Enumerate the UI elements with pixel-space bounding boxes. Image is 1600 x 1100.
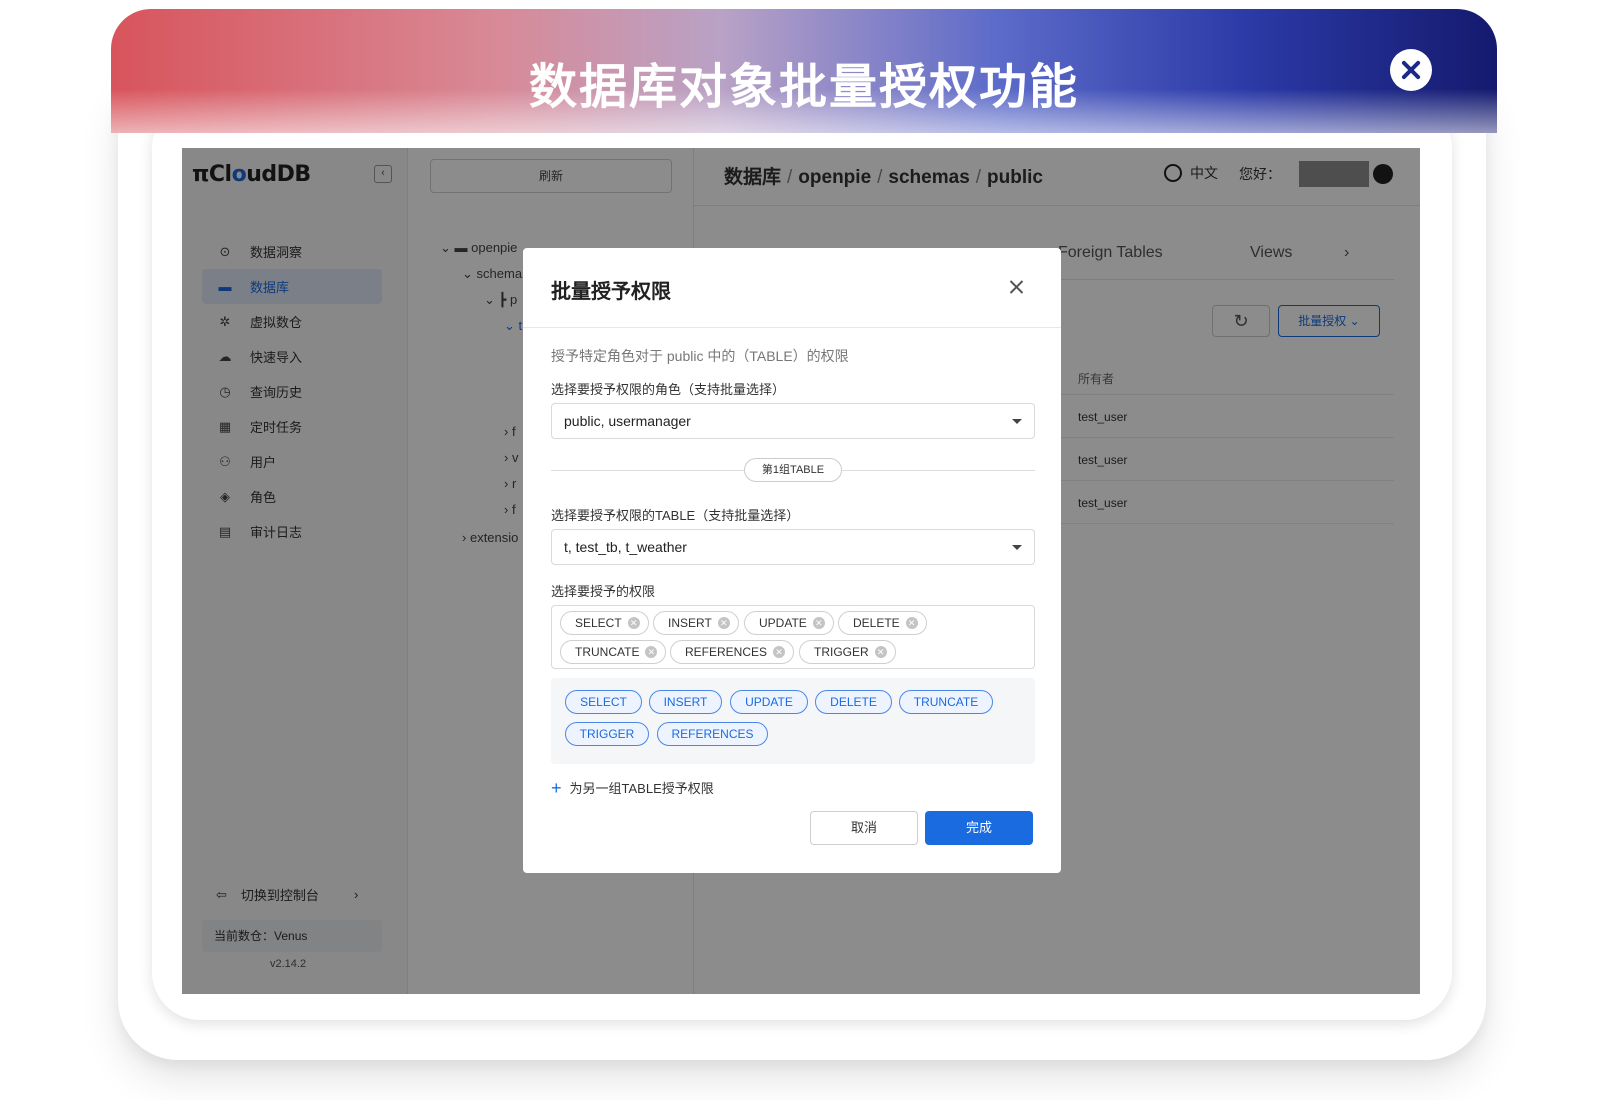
selected-chip-truncate: TRUNCATE ✕ [560,640,667,664]
option-truncate[interactable]: TRUNCATE [899,690,993,714]
close-icon[interactable] [1007,278,1025,296]
modal-description: 授予特定角色对于 public 中的（TABLE）的权限 [551,348,849,364]
banner-title: 数据库对象批量授权功能 [528,59,1079,115]
role-select[interactable]: public, usermanager [551,403,1035,439]
selected-chip-insert: INSERT ✕ [653,611,739,635]
modal-title: 批量授予权限 [551,281,671,303]
remove-chip-icon[interactable]: ✕ [812,617,825,629]
permission-field-label: 选择要授予的权限 [551,584,656,599]
feature-banner: 数据库对象批量授权功能 [111,9,1497,133]
permission-options: SELECT INSERT UPDATE DELETE TRUNCATE TRI… [551,678,1035,764]
option-select[interactable]: SELECT [565,690,642,714]
remove-chip-icon[interactable]: ✕ [627,617,640,629]
option-delete[interactable]: DELETE [815,690,892,714]
selected-chip-references: REFERENCES ✕ [670,640,795,664]
add-table-group-link[interactable]: + 为另一组TABLE授予权限 [551,778,714,797]
done-button[interactable]: 完成 [925,811,1033,845]
role-field-label: 选择要授予权限的角色（支持批量选择） [551,382,786,397]
selected-permissions-input[interactable]: SELECT ✕ INSERT ✕ UPDATE ✕ DELETE ✕ TRUNCATE… [551,605,1035,669]
option-references[interactable]: REFERENCES [657,722,768,746]
table-field-label: 选择要授予权限的TABLE（支持批量选择） [551,508,800,523]
selected-chip-select: SELECT ✕ [560,611,649,635]
table-select[interactable]: t, test_tb, t_weather [551,529,1035,565]
remove-chip-icon[interactable]: ✕ [874,646,887,658]
remove-chip-icon[interactable]: ✕ [773,646,786,658]
bulk-grant-modal: 批量授予权限 授予特定角色对于 public 中的（TABLE）的权限 选择要授… [523,248,1061,873]
remove-chip-icon[interactable]: ✕ [905,617,918,629]
remove-chip-icon[interactable]: ✕ [645,646,658,658]
caret-down-icon [1012,545,1022,550]
selected-chip-update: UPDATE ✕ [744,611,834,635]
app-window: πCloudDB ‹ ⊙ 数据洞察 ▬ 数据库 ✲ 虚拟数仓 ☁ 快速导入 ◷ 查询历史 … [182,148,1420,994]
group-tag: 第1组TABLE [744,458,842,482]
cancel-button[interactable]: 取消 [810,811,918,845]
option-insert[interactable]: INSERT [649,690,722,714]
selected-chip-trigger: TRIGGER ✕ [799,640,896,664]
modal-divider [523,327,1061,328]
selected-chip-delete: DELETE ✕ [838,611,927,635]
plus-icon: + [551,777,562,798]
caret-down-icon [1012,419,1022,424]
option-update[interactable]: UPDATE [730,690,808,714]
remove-chip-icon[interactable]: ✕ [717,617,730,629]
banner-close-icon[interactable] [1390,49,1432,91]
option-trigger[interactable]: TRIGGER [565,722,649,746]
